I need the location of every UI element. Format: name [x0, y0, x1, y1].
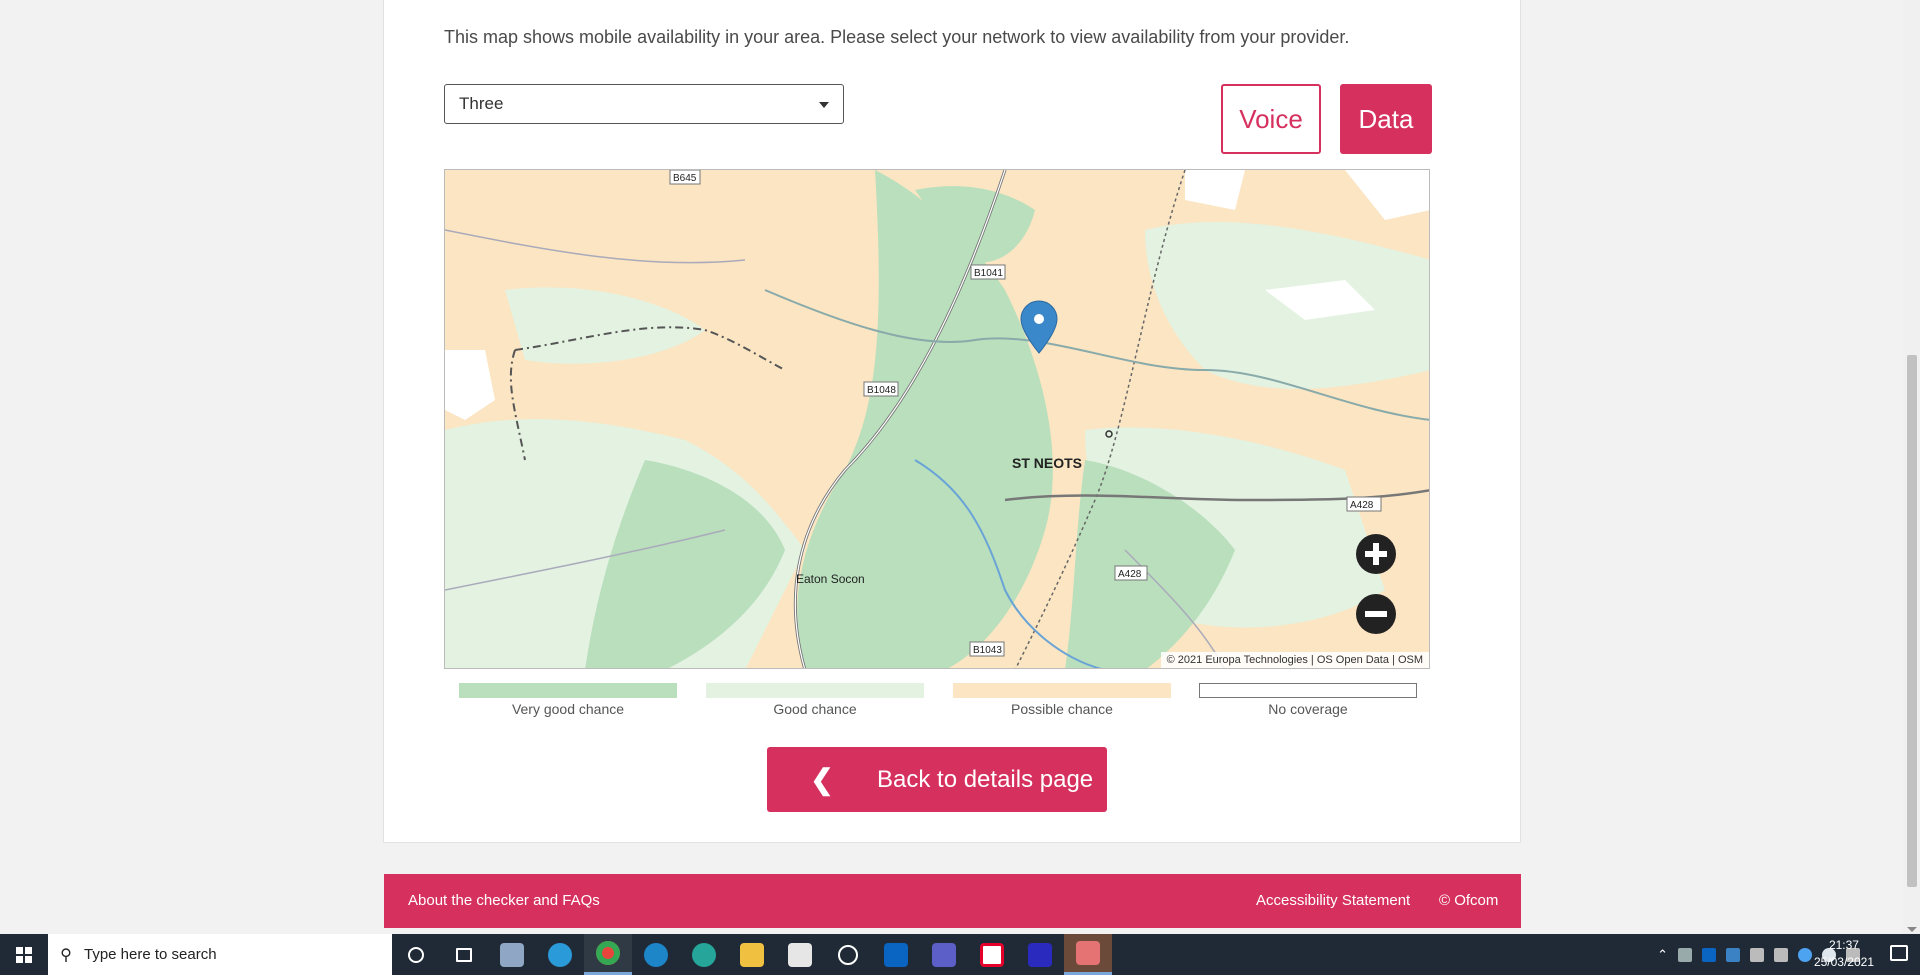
app-icon-1[interactable] [488, 934, 536, 975]
outlook-icon[interactable] [872, 934, 920, 975]
legend-no-coverage: No coverage [1199, 683, 1417, 717]
map-label-st-neots: ST NEOTS [1012, 455, 1082, 471]
task-view-icon[interactable] [440, 934, 488, 975]
site-footer: About the checker and FAQs Accessibility… [384, 874, 1521, 928]
outlook-tray-icon[interactable] [1702, 947, 1716, 962]
legend-label: Very good chance [511, 701, 625, 717]
onedrive-icon[interactable] [1798, 947, 1812, 962]
network-select-value: Three [459, 94, 504, 113]
coverage-map[interactable]: ST NEOTS Eaton Socon B645 B1041 B1048 A4… [444, 169, 1430, 669]
chevron-left-icon: ❮ [810, 764, 834, 795]
data-button[interactable]: Data [1340, 84, 1432, 154]
legend-label: Possible chance [1011, 701, 1113, 717]
svg-text:B1048: B1048 [867, 385, 896, 396]
road-shield-a428-east: A428 [1346, 496, 1382, 512]
svg-text:A428: A428 [1350, 500, 1374, 511]
svg-text:B1043: B1043 [973, 645, 1002, 656]
taskbar-search-placeholder: Type here to search [84, 946, 217, 963]
volume-icon[interactable] [1774, 947, 1788, 962]
road-shield-b645: B645 [669, 170, 701, 185]
amazon-music-icon[interactable] [1016, 934, 1064, 975]
road-shield-a428-south: A428 [1114, 565, 1148, 581]
scroll-down-arrow-icon[interactable] [1907, 927, 1917, 932]
svg-text:B1041: B1041 [974, 268, 1003, 279]
minus-icon [1365, 611, 1387, 617]
svg-text:B645: B645 [673, 173, 697, 184]
chrome-icon[interactable] [584, 934, 632, 975]
scrollbar-thumb[interactable] [1907, 355, 1917, 887]
clock-time: 21:37 [1828, 938, 1859, 952]
edge-beta-icon[interactable] [632, 934, 680, 975]
legend-very-good: Very good chance [459, 683, 677, 717]
voice-button[interactable]: Voice [1221, 84, 1321, 154]
taskbar-search[interactable]: ⚲ Type here to search [48, 934, 392, 975]
caret-down-icon [819, 102, 829, 108]
notification-icon[interactable] [1890, 945, 1908, 961]
footer-faq-link[interactable]: About the checker and FAQs [408, 892, 600, 909]
search-icon: ⚲ [60, 946, 72, 964]
legend-swatch [706, 683, 924, 698]
map-attribution: © 2021 Europa Technologies | OS Open Dat… [1160, 652, 1429, 668]
footer-copyright[interactable]: © Ofcom [1439, 892, 1498, 909]
page-scrollbar[interactable] [1903, 0, 1920, 934]
teams-icon[interactable] [920, 934, 968, 975]
edge-icon[interactable] [536, 934, 584, 975]
back-button-label: Back to details page [877, 765, 1094, 793]
main-content-card: This map shows mobile availability in yo… [383, 0, 1521, 843]
legend-good: Good chance [706, 683, 924, 717]
screen-capture-icon[interactable] [1064, 934, 1112, 975]
start-button[interactable] [0, 934, 48, 975]
road-shield-b1048: B1048 [863, 381, 899, 397]
zoom-out-button[interactable] [1356, 594, 1396, 634]
network-select[interactable]: Three [444, 84, 844, 124]
road-shield-b1043: B1043 [969, 641, 1005, 657]
cortana-icon[interactable] [392, 934, 440, 975]
energy-app-icon[interactable] [968, 934, 1016, 975]
chevron-up-icon[interactable]: ⌃ [1657, 947, 1668, 963]
network-icon[interactable] [1750, 947, 1764, 962]
legend-possible: Possible chance [953, 683, 1171, 717]
map-label-eaton-socon: Eaton Socon [796, 572, 865, 586]
legend-swatch [953, 683, 1171, 698]
file-explorer-icon[interactable] [728, 934, 776, 975]
edge-dev-icon[interactable] [680, 934, 728, 975]
legend-swatch [1199, 683, 1417, 698]
tablet-icon[interactable] [1678, 947, 1692, 962]
svg-text:A428: A428 [1118, 569, 1142, 580]
store-icon[interactable] [776, 934, 824, 975]
power-icon[interactable] [824, 934, 872, 975]
clock-date: 25/03/2021 [1813, 955, 1874, 969]
legend-label: No coverage [1268, 701, 1348, 717]
map-canvas[interactable]: ST NEOTS Eaton Socon B645 B1041 B1048 A4… [445, 170, 1430, 669]
back-to-details-button[interactable]: ❮ Back to details page [767, 747, 1107, 812]
legend-swatch [459, 683, 677, 698]
legend-label: Good chance [773, 701, 857, 717]
taskbar-clock[interactable]: 21:37 25/03/2021 [1814, 937, 1874, 971]
intro-text: This map shows mobile availability in yo… [444, 27, 1350, 47]
chat-tray-icon[interactable] [1726, 947, 1740, 962]
road-shield-b1041: B1041 [970, 264, 1006, 280]
windows-taskbar: ⚲ Type here to search ⌃ 21:37 25/03/2021 [0, 934, 1920, 975]
zoom-in-button[interactable] [1356, 534, 1396, 574]
windows-logo-icon [16, 946, 32, 963]
footer-accessibility-link[interactable]: Accessibility Statement [1256, 892, 1410, 909]
